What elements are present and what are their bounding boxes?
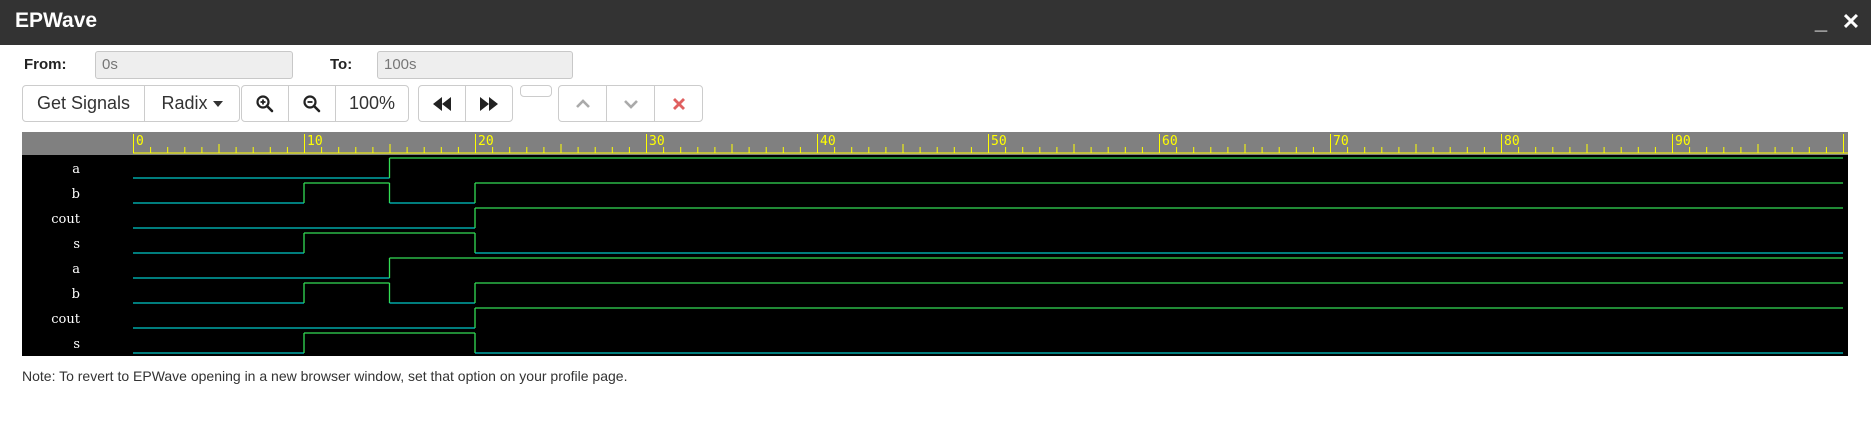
chevron-down-icon [623, 99, 638, 109]
get-signals-button[interactable]: Get Signals [22, 85, 145, 122]
move-down-button[interactable] [606, 85, 655, 122]
zoom-in-button[interactable] [241, 85, 289, 122]
ruler-tick-label: 40 [820, 134, 836, 149]
to-label: To: [330, 56, 353, 73]
fast-backward-icon [433, 96, 451, 111]
radix-label: Radix [161, 93, 208, 113]
signal-name-cout: cout [51, 312, 80, 327]
radix-dropdown[interactable]: Radix [144, 85, 240, 122]
zoom-in-icon [256, 94, 274, 112]
from-label: From: [24, 56, 67, 73]
caret-down-icon [212, 100, 223, 107]
ruler-tick-label: 70 [1333, 134, 1349, 149]
minimize-button[interactable]: _ [1808, 8, 1834, 36]
to-input[interactable]: 100s [377, 51, 573, 79]
zoom-out-button[interactable] [288, 85, 336, 122]
signal-name-b: b [72, 187, 80, 202]
zoom-out-icon [303, 94, 321, 112]
ruler-tick-label: 60 [1162, 134, 1178, 149]
ruler-tick-label: 30 [649, 134, 665, 149]
next-transition-button[interactable] [465, 85, 513, 122]
signal-order-group [558, 85, 703, 122]
title-bar: EPWave _ ✕ [0, 0, 1871, 45]
ruler-tick-label: 0 [136, 134, 144, 149]
signal-name-pill[interactable] [520, 85, 552, 97]
signal-name-a: a [72, 162, 80, 177]
chevron-up-icon [575, 98, 590, 108]
move-up-button[interactable] [558, 85, 607, 122]
ruler-tick-label: 50 [991, 134, 1007, 149]
close-button[interactable]: ✕ [1838, 8, 1864, 36]
signal-name-cout: cout [51, 212, 80, 227]
zoom-level-button[interactable]: 100% [335, 85, 409, 122]
ruler-tick-label: 90 [1675, 134, 1691, 149]
window-title: EPWave [15, 9, 98, 32]
remove-signal-button[interactable] [654, 85, 703, 122]
ruler-tick-label: 20 [478, 134, 494, 149]
signals-group: Get Signals Radix [22, 85, 240, 122]
signal-name-a: a [72, 262, 80, 277]
from-input[interactable]: 0s [95, 51, 293, 79]
navigate-group [418, 85, 513, 122]
zoom-group: 100% [241, 85, 409, 122]
waveform-panel[interactable]: 0 10 20 30 40 50 60 70 80 90abcoutsabcouts [22, 132, 1848, 356]
previous-transition-button[interactable] [418, 85, 466, 122]
note-text: Note: To revert to EPWave opening in a n… [22, 368, 628, 384]
fast-forward-icon [480, 96, 498, 111]
ruler-tick-label: 80 [1504, 134, 1520, 149]
signal-name-s: s [73, 337, 80, 352]
time-ruler [22, 132, 1848, 155]
ruler-tick-label: 10 [307, 134, 323, 149]
remove-icon [672, 97, 685, 110]
signal-name-b: b [72, 287, 80, 302]
signal-name-s: s [73, 237, 80, 252]
